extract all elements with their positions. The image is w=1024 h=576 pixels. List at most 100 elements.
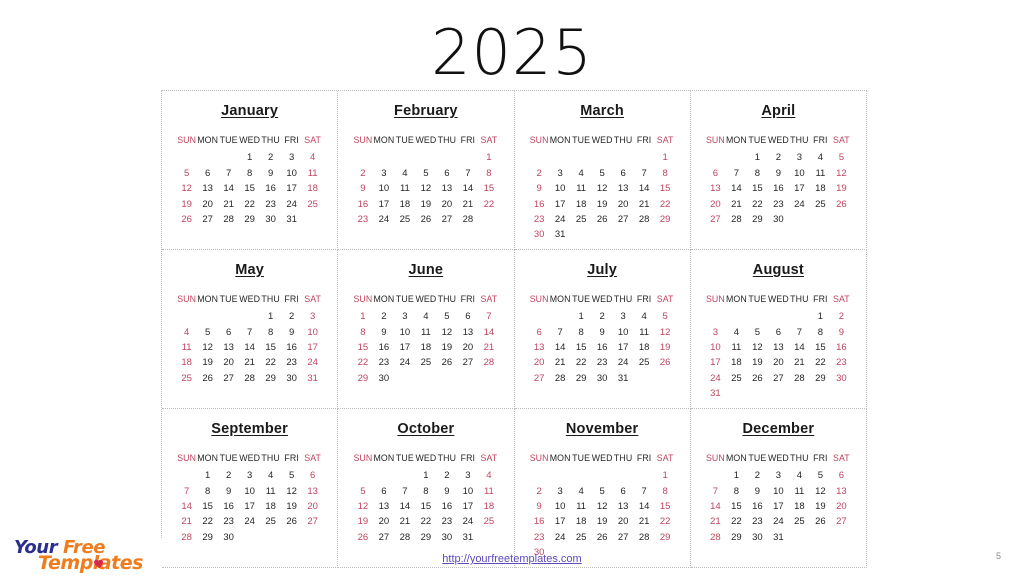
day-cell[interactable]: 11 bbox=[260, 484, 281, 499]
day-cell[interactable]: 31 bbox=[768, 530, 789, 545]
day-cell[interactable]: 9 bbox=[768, 166, 789, 181]
day-cell[interactable]: 2 bbox=[260, 150, 281, 165]
day-cell[interactable]: 20 bbox=[768, 355, 789, 370]
day-cell[interactable]: 7 bbox=[789, 325, 810, 340]
day-cell[interactable]: 24 bbox=[457, 514, 478, 529]
day-cell[interactable]: 14 bbox=[176, 499, 197, 514]
day-cell[interactable]: 31 bbox=[705, 386, 726, 401]
day-cell[interactable]: 28 bbox=[239, 371, 260, 386]
day-cell[interactable]: 28 bbox=[634, 530, 655, 545]
day-cell[interactable]: 21 bbox=[550, 355, 571, 370]
day-cell[interactable]: 20 bbox=[529, 355, 550, 370]
day-cell[interactable]: 2 bbox=[768, 150, 789, 165]
day-cell[interactable]: 23 bbox=[281, 355, 302, 370]
day-cell[interactable]: 17 bbox=[550, 514, 571, 529]
day-cell[interactable]: 9 bbox=[218, 484, 239, 499]
day-cell[interactable]: 20 bbox=[436, 197, 457, 212]
day-cell[interactable]: 1 bbox=[197, 468, 218, 483]
day-cell[interactable]: 24 bbox=[613, 355, 634, 370]
day-cell[interactable]: 1 bbox=[655, 150, 676, 165]
day-cell[interactable]: 9 bbox=[747, 484, 768, 499]
day-cell[interactable]: 28 bbox=[726, 212, 747, 227]
day-cell[interactable]: 22 bbox=[747, 197, 768, 212]
day-cell[interactable]: 12 bbox=[436, 325, 457, 340]
day-cell[interactable]: 19 bbox=[281, 499, 302, 514]
day-cell[interactable]: 3 bbox=[394, 309, 415, 324]
day-cell[interactable]: 25 bbox=[394, 212, 415, 227]
day-cell[interactable]: 5 bbox=[592, 484, 613, 499]
day-cell[interactable]: 27 bbox=[768, 371, 789, 386]
day-cell[interactable]: 19 bbox=[176, 197, 197, 212]
day-cell[interactable]: 21 bbox=[176, 514, 197, 529]
day-cell[interactable]: 30 bbox=[831, 371, 852, 386]
day-cell[interactable]: 26 bbox=[592, 212, 613, 227]
day-cell[interactable]: 29 bbox=[352, 371, 373, 386]
day-cell[interactable]: 26 bbox=[810, 514, 831, 529]
day-cell[interactable]: 23 bbox=[768, 197, 789, 212]
day-cell[interactable]: 9 bbox=[436, 484, 457, 499]
day-cell[interactable]: 9 bbox=[529, 499, 550, 514]
day-cell[interactable]: 20 bbox=[302, 499, 323, 514]
day-cell[interactable]: 10 bbox=[550, 181, 571, 196]
day-cell[interactable]: 30 bbox=[373, 371, 394, 386]
day-cell[interactable]: 26 bbox=[436, 355, 457, 370]
day-cell[interactable]: 19 bbox=[415, 197, 436, 212]
day-cell[interactable]: 29 bbox=[571, 371, 592, 386]
day-cell[interactable]: 2 bbox=[529, 166, 550, 181]
day-cell[interactable]: 8 bbox=[810, 325, 831, 340]
day-cell[interactable]: 24 bbox=[768, 514, 789, 529]
day-cell[interactable]: 7 bbox=[634, 484, 655, 499]
day-cell[interactable]: 7 bbox=[239, 325, 260, 340]
day-cell[interactable]: 28 bbox=[176, 530, 197, 545]
day-cell[interactable]: 27 bbox=[457, 355, 478, 370]
day-cell[interactable]: 23 bbox=[218, 514, 239, 529]
day-cell[interactable]: 22 bbox=[478, 197, 499, 212]
day-cell[interactable]: 16 bbox=[436, 499, 457, 514]
day-cell[interactable]: 29 bbox=[260, 371, 281, 386]
day-cell[interactable]: 18 bbox=[789, 499, 810, 514]
day-cell[interactable]: 15 bbox=[352, 340, 373, 355]
day-cell[interactable]: 25 bbox=[810, 197, 831, 212]
day-cell[interactable]: 14 bbox=[478, 325, 499, 340]
day-cell[interactable]: 14 bbox=[457, 181, 478, 196]
day-cell[interactable]: 20 bbox=[705, 197, 726, 212]
day-cell[interactable]: 22 bbox=[655, 197, 676, 212]
day-cell[interactable]: 16 bbox=[373, 340, 394, 355]
day-cell[interactable]: 17 bbox=[705, 355, 726, 370]
day-cell[interactable]: 1 bbox=[810, 309, 831, 324]
day-cell[interactable]: 9 bbox=[352, 181, 373, 196]
day-cell[interactable]: 6 bbox=[302, 468, 323, 483]
day-cell[interactable]: 22 bbox=[810, 355, 831, 370]
day-cell[interactable]: 27 bbox=[705, 212, 726, 227]
day-cell[interactable]: 20 bbox=[831, 499, 852, 514]
day-cell[interactable]: 6 bbox=[373, 484, 394, 499]
day-cell[interactable]: 10 bbox=[373, 181, 394, 196]
day-cell[interactable]: 4 bbox=[634, 309, 655, 324]
day-cell[interactable]: 4 bbox=[810, 150, 831, 165]
day-cell[interactable]: 12 bbox=[747, 340, 768, 355]
day-cell[interactable]: 21 bbox=[218, 197, 239, 212]
day-cell[interactable]: 21 bbox=[726, 197, 747, 212]
day-cell[interactable]: 11 bbox=[726, 340, 747, 355]
day-cell[interactable]: 14 bbox=[789, 340, 810, 355]
day-cell[interactable]: 9 bbox=[831, 325, 852, 340]
day-cell[interactable]: 12 bbox=[655, 325, 676, 340]
day-cell[interactable]: 20 bbox=[457, 340, 478, 355]
day-cell[interactable]: 18 bbox=[415, 340, 436, 355]
day-cell[interactable]: 25 bbox=[634, 355, 655, 370]
day-cell[interactable]: 14 bbox=[634, 499, 655, 514]
day-cell[interactable]: 25 bbox=[571, 530, 592, 545]
day-cell[interactable]: 20 bbox=[197, 197, 218, 212]
day-cell[interactable]: 29 bbox=[726, 530, 747, 545]
day-cell[interactable]: 12 bbox=[415, 181, 436, 196]
day-cell[interactable]: 29 bbox=[655, 530, 676, 545]
day-cell[interactable]: 30 bbox=[436, 530, 457, 545]
day-cell[interactable]: 11 bbox=[415, 325, 436, 340]
day-cell[interactable]: 17 bbox=[550, 197, 571, 212]
day-cell[interactable]: 17 bbox=[373, 197, 394, 212]
day-cell[interactable]: 22 bbox=[239, 197, 260, 212]
day-cell[interactable]: 28 bbox=[478, 355, 499, 370]
day-cell[interactable]: 16 bbox=[529, 197, 550, 212]
day-cell[interactable]: 3 bbox=[281, 150, 302, 165]
day-cell[interactable]: 30 bbox=[592, 371, 613, 386]
